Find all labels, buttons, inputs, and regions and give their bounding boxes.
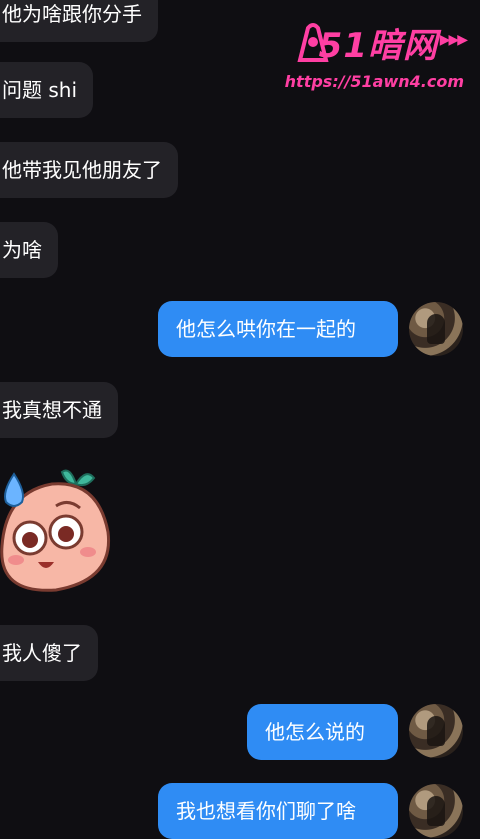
message-bubble-outgoing[interactable]: 我也想看你们聊了啥 [158,783,398,839]
avatar[interactable] [409,704,463,758]
message-bubble-incoming[interactable]: 我人傻了 [0,625,98,681]
sweating-blob-sticker[interactable] [0,462,116,598]
watermark-logo: 51暗网 ▶▶▶ https://51awn4.com [285,18,468,98]
watermark-url: https://51awn4.com [284,72,464,91]
message-bubble-incoming[interactable]: 我真想不通 [0,382,118,438]
message-bubble-outgoing[interactable]: 他怎么哄你在一起的 [158,301,398,357]
message-bubble-incoming[interactable]: 他带我见他朋友了 [0,142,178,198]
message-bubble-incoming[interactable]: 为啥 [0,222,58,278]
avatar[interactable] [409,784,463,838]
watermark-arrows: ▶▶▶ [439,32,468,48]
watermark-brand: 51暗网 [318,26,438,66]
avatar[interactable] [409,302,463,356]
message-bubble-outgoing[interactable]: 他怎么说的 [247,704,398,760]
message-bubble-incoming[interactable]: 他为啥跟你分手 [0,0,158,42]
message-bubble-incoming[interactable]: 问题 shi [0,62,94,118]
